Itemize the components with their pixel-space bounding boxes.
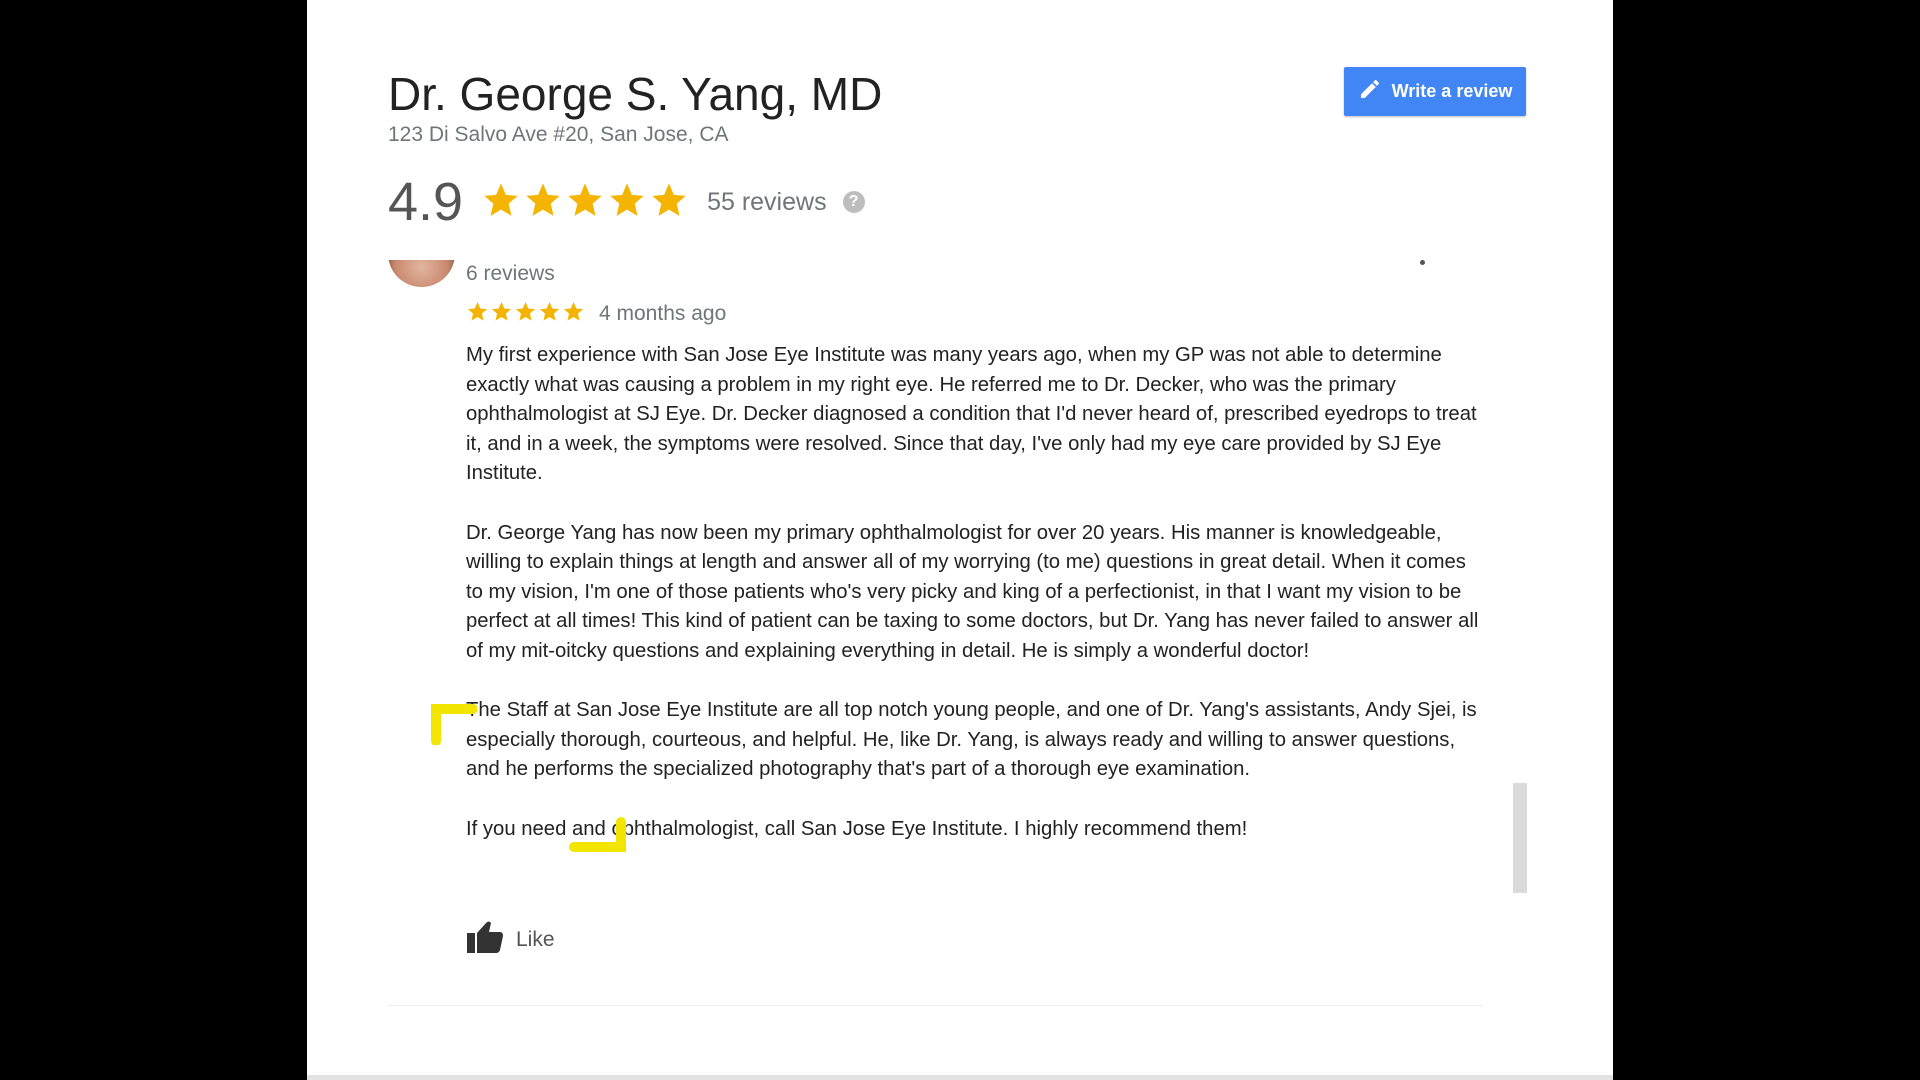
pencil-icon <box>1358 77 1382 106</box>
review-stars <box>466 300 585 328</box>
review-paragraph: The Staff at San Jose Eye Institute are … <box>466 699 1477 781</box>
star-icon <box>490 300 513 328</box>
divider <box>388 1005 1483 1006</box>
review-rating-row: 4 months ago <box>466 300 726 328</box>
review-paragraph: Dr. George Yang has now been my primary … <box>466 521 1479 662</box>
review-panel: Dr. George S. Yang, MD 123 Di Salvo Ave … <box>307 0 1613 1075</box>
highlight-mark-close <box>569 817 626 852</box>
star-icon <box>514 300 537 328</box>
review-paragraph: My first experience with San Jose Eye In… <box>466 344 1477 485</box>
rating-summary: 4.9 55 reviews ? <box>388 167 865 237</box>
star-icon <box>481 180 521 225</box>
star-icon <box>538 300 561 328</box>
review-date: 4 months ago <box>599 302 727 325</box>
scrollbar[interactable] <box>1513 783 1527 893</box>
star-icon <box>562 300 585 328</box>
help-icon[interactable]: ? <box>842 191 865 213</box>
star-icon <box>523 180 563 225</box>
highlight-mark-open <box>431 704 477 745</box>
star-icon <box>607 180 647 225</box>
review-list[interactable]: 6 reviews 4 months ago My first experien… <box>307 260 1613 1005</box>
write-review-button[interactable]: Write a review <box>1344 67 1526 116</box>
bottom-edge <box>307 1075 1613 1080</box>
more-options-icon[interactable] <box>1420 260 1425 265</box>
thumbs-up-icon <box>466 920 504 959</box>
rating-value: 4.9 <box>388 172 464 232</box>
star-icon <box>466 300 489 328</box>
reviewer-avatar[interactable] <box>388 260 455 287</box>
doctor-name: Dr. George S. Yang, MD <box>388 68 883 120</box>
like-button[interactable]: Like <box>466 920 555 959</box>
review-text: My first experience with San Jose Eye In… <box>466 341 1486 874</box>
star-icon <box>565 180 605 225</box>
doctor-address: 123 Di Salvo Ave #20, San Jose, CA <box>388 123 729 146</box>
review-count-link[interactable]: 55 reviews <box>707 188 827 217</box>
rating-stars <box>481 180 689 225</box>
star-icon <box>649 180 689 225</box>
write-review-label: Write a review <box>1391 81 1513 101</box>
reviewer-review-count[interactable]: 6 reviews <box>466 262 555 286</box>
like-label: Like <box>516 927 555 951</box>
